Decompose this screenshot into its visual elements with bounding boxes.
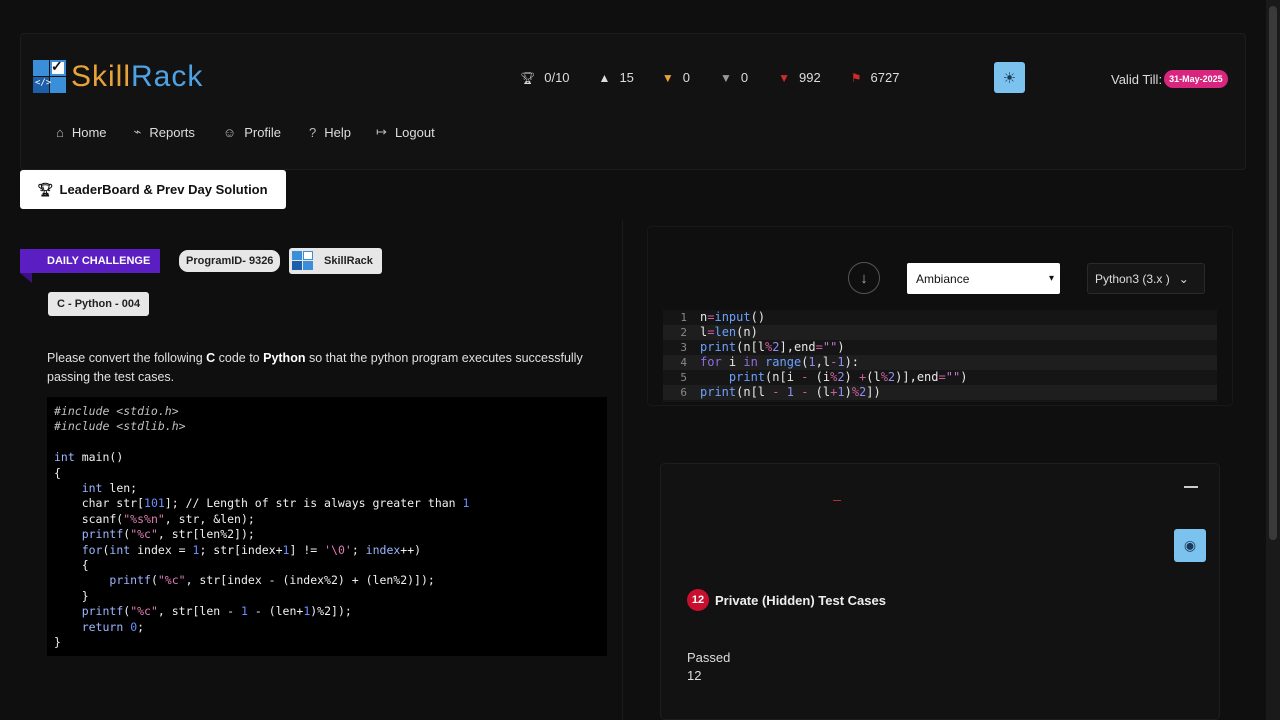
stat-flag: ⚑ 6727 bbox=[851, 70, 900, 85]
nav-logout[interactable]: ↦ Logout bbox=[376, 124, 435, 140]
arrow-down-icon: ↓ bbox=[860, 269, 868, 287]
logo-mark: ✓ </> bbox=[33, 58, 67, 94]
page-scrollbar[interactable] bbox=[1266, 0, 1280, 720]
view-output-button[interactable]: ◉ bbox=[1174, 529, 1206, 562]
testcases-heading: 12 Private (Hidden) Test Cases bbox=[687, 589, 886, 611]
theme-toggle-button[interactable]: ☀ bbox=[994, 62, 1025, 93]
editor-line: 1 n=input() bbox=[680, 310, 766, 324]
c-code-snippet: #include <stdio.h> #include <stdlib.h> i… bbox=[47, 397, 607, 656]
trophy-icon: 🏆︎ bbox=[520, 70, 536, 85]
passed-label: Passed bbox=[687, 650, 731, 665]
chevron-down-icon: ▾ bbox=[1048, 273, 1054, 284]
testcase-label: Private (Hidden) Test Cases bbox=[715, 592, 886, 608]
stat-value: 0/10 bbox=[544, 70, 570, 85]
editor-line: 2 l=len(n) bbox=[663, 325, 1217, 340]
home-icon: ⌂ bbox=[56, 124, 64, 140]
chevron-down-icon: ⌄ bbox=[1178, 271, 1189, 286]
eye-icon: ◉ bbox=[1183, 537, 1197, 553]
logout-icon: ↦ bbox=[376, 124, 387, 139]
skillrack-logo[interactable]: ✓ </> SkillRack bbox=[33, 58, 204, 94]
editor-line: 5 print(n[i - (i%2) +(l%2)],end="") bbox=[680, 370, 968, 384]
sun-icon: ☀ bbox=[1002, 69, 1017, 87]
minimize-button[interactable] bbox=[1184, 486, 1198, 488]
passed-value: 12 bbox=[687, 668, 702, 683]
stats-bar: 🏆︎ 0/10 ▲ 15 ▼ 0 ▼ 0 ▼ 992 ⚑ 6727 bbox=[520, 70, 899, 85]
daily-challenge-ribbon: DAILY CHALLENGE bbox=[20, 249, 160, 273]
nav-reports[interactable]: ⌁ Reports bbox=[134, 124, 195, 140]
red-medal-icon: ▼ bbox=[778, 70, 791, 85]
trophy-icon: 🏆︎ bbox=[37, 181, 54, 197]
stat-value: 0 bbox=[740, 70, 749, 85]
problem-description: Please convert the following C code to P… bbox=[47, 351, 583, 384]
chart-icon: ⌁ bbox=[133, 124, 142, 139]
stat-red: ▼ 992 bbox=[778, 70, 821, 85]
logo-text: SkillRack bbox=[71, 60, 204, 93]
graduation-cap-icon: ▲ bbox=[598, 70, 611, 85]
logo-code-text: </> bbox=[35, 78, 52, 88]
valid-till-label: Valid Till: bbox=[1111, 71, 1163, 87]
program-id-badge: ProgramID- 9326 bbox=[179, 250, 281, 272]
stat-value: 992 bbox=[799, 70, 821, 85]
stat-gold: ▼ 0 bbox=[662, 70, 690, 85]
editor-line: 4 for i in range(1,l-1): bbox=[663, 355, 1217, 370]
header-frame bbox=[20, 33, 1246, 170]
silver-medal-icon: ▼ bbox=[720, 70, 732, 85]
ribbon-tail bbox=[20, 273, 32, 283]
language-select[interactable]: Python3 (3.x ) ⌄ bbox=[1087, 263, 1205, 294]
code-editor[interactable]: 1 n=input() 2 l=len(n) 3 print(n[l%2],end="… bbox=[663, 310, 1217, 402]
stat-courses: ▲ 15 bbox=[599, 70, 634, 85]
testcase-count-badge: 12 bbox=[687, 589, 709, 611]
scrollbar-thumb[interactable] bbox=[1269, 6, 1277, 540]
stat-value: 0 bbox=[682, 70, 691, 85]
nav-profile[interactable]: ☺ Profile bbox=[223, 124, 281, 140]
stat-value: 15 bbox=[619, 70, 634, 85]
stat-trophy: 🏆︎ 0/10 bbox=[520, 70, 570, 85]
gold-medal-icon: ▼ bbox=[661, 70, 674, 85]
editor-line: 3 print(n[l%2],end="") bbox=[680, 340, 845, 354]
main-nav: ⌂ Home ⌁ Reports ☺ Profile ? Help ↦ Logout bbox=[56, 124, 460, 140]
flag-icon: ⚑ bbox=[850, 70, 862, 85]
editor-line: 6 print(n[l - 1 - (l+1)%2]) bbox=[663, 385, 1217, 400]
valid-till: Valid Till: 31-May-2025 bbox=[1111, 70, 1228, 88]
stat-value: 6727 bbox=[870, 70, 900, 85]
red-marker bbox=[833, 500, 841, 501]
leaderboard-button[interactable]: 🏆︎ LeaderBoard & Prev Day Solution bbox=[20, 170, 286, 209]
nav-home[interactable]: ⌂ Home bbox=[56, 124, 107, 140]
skillrack-source-badge: SkillRack bbox=[289, 248, 382, 274]
language-tag: C - Python - 004 bbox=[48, 292, 150, 316]
editor-theme-select[interactable]: Ambiance ▾ bbox=[907, 263, 1060, 294]
stat-silver: ▼ 0 bbox=[720, 70, 748, 85]
skillrack-mini-logo bbox=[292, 251, 314, 271]
question-icon: ? bbox=[309, 124, 317, 140]
valid-till-badge: 31-May-2025 bbox=[1164, 70, 1228, 88]
page: ✓ </> SkillRack 🏆︎ 0/10 ▲ 15 ▼ 0 ▼ 0 ▼ 9… bbox=[0, 0, 1280, 720]
download-button[interactable]: ↓ bbox=[848, 262, 880, 294]
user-icon: ☺ bbox=[222, 124, 237, 140]
nav-help[interactable]: ? Help bbox=[309, 124, 351, 140]
